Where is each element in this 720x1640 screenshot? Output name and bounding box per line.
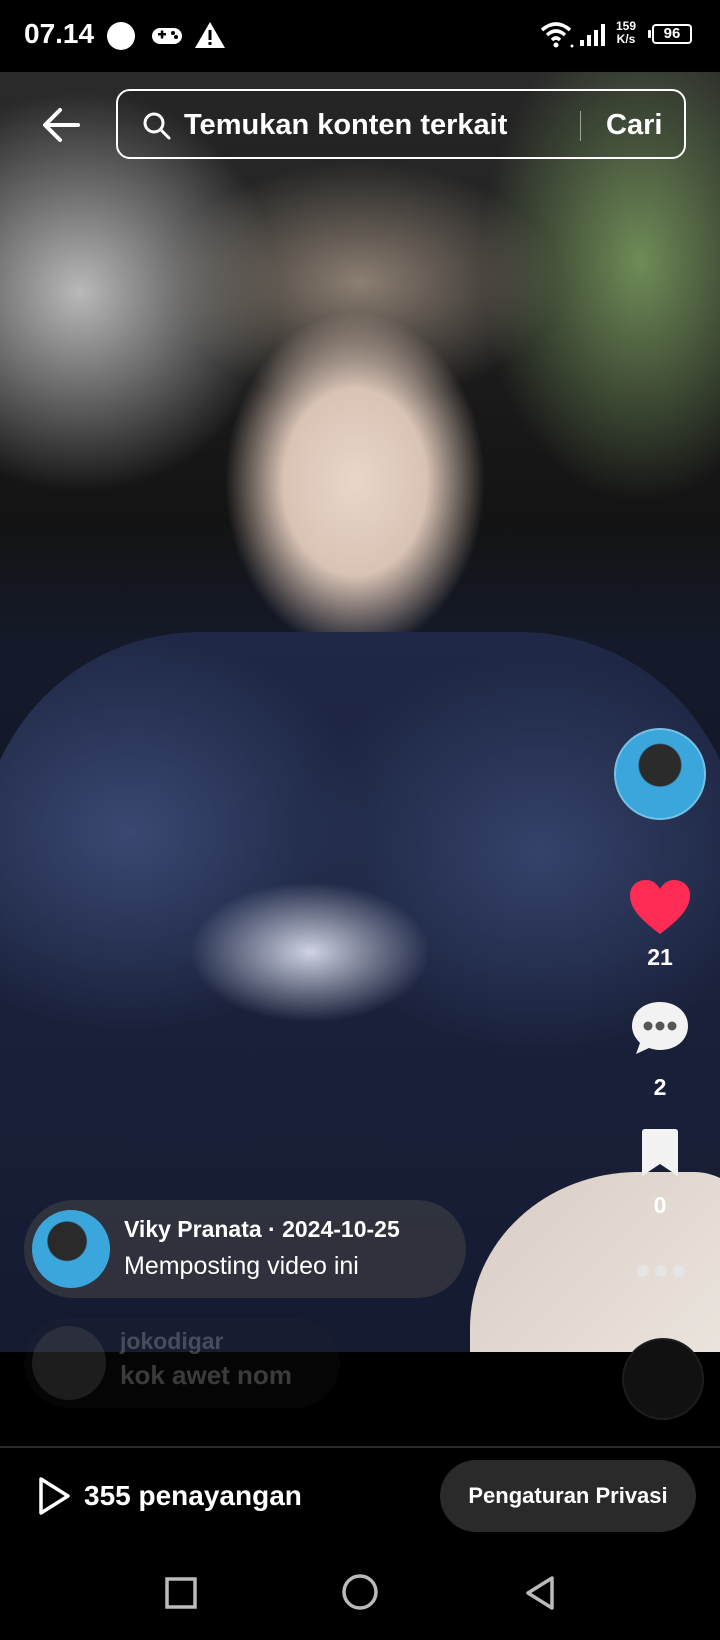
search-icon [143, 112, 171, 140]
navigation-bar [0, 1546, 720, 1640]
back-icon[interactable] [522, 1574, 558, 1612]
recent-apps-icon[interactable] [164, 1576, 198, 1610]
play-icon [39, 1477, 70, 1515]
music-disc-icon[interactable] [624, 1340, 702, 1418]
search-button[interactable]: Cari [606, 109, 662, 142]
warning-icon [195, 22, 225, 48]
comment-text: kok awet nom [120, 1360, 292, 1390]
battery-indicator: 96 [648, 24, 692, 44]
wifi-icon [540, 22, 574, 48]
signal-icon [580, 24, 605, 46]
status-time: 07.14 [24, 18, 95, 49]
poster-name-date: Viky Pranata · 2024-10-25 [124, 1216, 400, 1242]
network-speed: 159 K/s [616, 20, 636, 46]
creator-avatar[interactable] [614, 728, 706, 820]
like-count: 21 [647, 944, 673, 970]
back-arrow-icon[interactable] [38, 100, 88, 150]
comment-icon[interactable] [630, 1000, 690, 1056]
home-icon[interactable] [340, 1572, 380, 1612]
comment-bubble[interactable]: jokodigar kok awet nom [24, 1318, 340, 1408]
bookmark-icon[interactable] [638, 1128, 682, 1178]
gamepad-icon [152, 28, 182, 44]
privacy-settings-button[interactable]: Pengaturan Privasi [440, 1460, 696, 1532]
search-input[interactable]: Temukan konten terkait [184, 109, 507, 142]
search-bar[interactable]: Temukan konten terkait Cari [116, 89, 686, 159]
speed-unit: K/s [616, 32, 636, 46]
search-divider [580, 111, 581, 141]
circle-icon [107, 22, 135, 50]
video-player[interactable] [0, 72, 720, 1352]
comment-avatar [32, 1326, 106, 1400]
divider [0, 1446, 720, 1448]
view-count-text: 355 penayangan [84, 1480, 302, 1511]
poster-avatar[interactable] [32, 1210, 110, 1288]
comment-count: 2 [653, 1074, 667, 1100]
comment-username: jokodigar [120, 1328, 224, 1354]
status-bar: 07.14 159 K/s 96 [0, 0, 720, 72]
save-count: 0 [653, 1192, 667, 1218]
poster-action: Memposting video ini [124, 1252, 359, 1280]
more-options-icon[interactable] [636, 1264, 686, 1278]
heart-icon[interactable] [628, 878, 692, 936]
poster-info[interactable]: Viky Pranata · 2024-10-25 Memposting vid… [24, 1200, 466, 1298]
